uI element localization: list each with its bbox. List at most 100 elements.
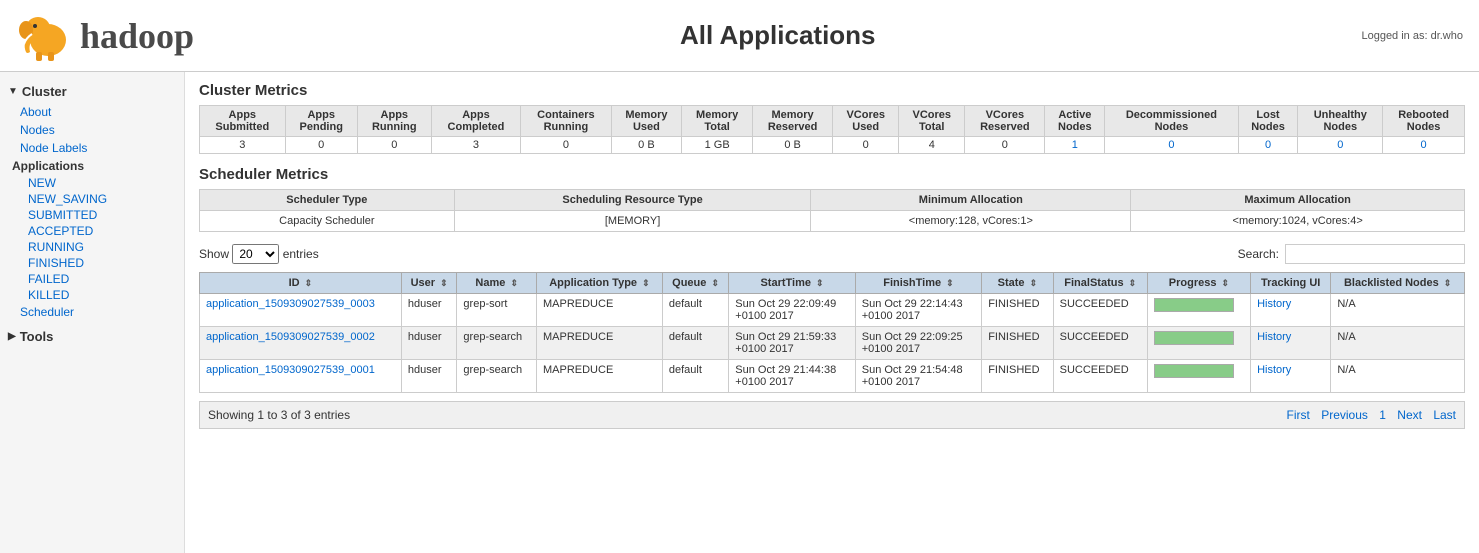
cell-blacklisted: N/A bbox=[1331, 360, 1465, 393]
pagination-previous[interactable]: Previous bbox=[1321, 408, 1368, 422]
val-containers-running: 0 bbox=[521, 137, 611, 154]
val-memory-used: 0 B bbox=[611, 137, 682, 154]
tools-section-header[interactable]: ▶ Tools bbox=[0, 325, 184, 348]
pagination-page-1[interactable]: 1 bbox=[1379, 408, 1386, 422]
search-label: Search: bbox=[1238, 247, 1279, 261]
cell-finish: Sun Oct 29 22:09:25 +0100 2017 bbox=[855, 327, 981, 360]
col-start-time[interactable]: StartTime ⇕ bbox=[729, 273, 855, 294]
col-queue[interactable]: Queue ⇕ bbox=[662, 273, 728, 294]
cell-user: hduser bbox=[401, 294, 457, 327]
sidebar-item-nodes[interactable]: Nodes bbox=[0, 121, 184, 139]
top-bar: hadoop All Applications Logged in as: dr… bbox=[0, 0, 1479, 72]
sidebar-item-running[interactable]: RUNNING bbox=[8, 239, 184, 255]
val-rebooted-nodes[interactable]: 0 bbox=[1383, 137, 1465, 154]
cell-name: grep-sort bbox=[457, 294, 537, 327]
cell-queue: default bbox=[662, 294, 728, 327]
col-unhealthy-nodes: UnhealthyNodes bbox=[1298, 106, 1383, 137]
cell-queue: default bbox=[662, 360, 728, 393]
applications-table: ID ⇕ User ⇕ Name ⇕ Application Type ⇕ Qu… bbox=[199, 272, 1465, 393]
cell-start: Sun Oct 29 22:09:49 +0100 2017 bbox=[729, 294, 855, 327]
cell-type: MAPREDUCE bbox=[537, 360, 663, 393]
val-unhealthy-nodes[interactable]: 0 bbox=[1298, 137, 1383, 154]
sidebar-item-failed[interactable]: FAILED bbox=[8, 271, 184, 287]
val-decommissioned-nodes[interactable]: 0 bbox=[1105, 137, 1238, 154]
cell-progress bbox=[1147, 327, 1250, 360]
sidebar-item-about[interactable]: About bbox=[0, 103, 184, 121]
col-tracking-ui[interactable]: Tracking UI bbox=[1251, 273, 1331, 294]
cell-tracking[interactable]: History bbox=[1251, 327, 1331, 360]
sidebar-item-submitted[interactable]: SUBMITTED bbox=[8, 207, 184, 223]
cell-state: FINISHED bbox=[982, 294, 1053, 327]
cell-blacklisted: N/A bbox=[1331, 294, 1465, 327]
cell-start: Sun Oct 29 21:44:38 +0100 2017 bbox=[729, 360, 855, 393]
col-progress[interactable]: Progress ⇕ bbox=[1147, 273, 1250, 294]
pagination-first[interactable]: First bbox=[1287, 408, 1310, 422]
logged-in-text: Logged in as: dr.who bbox=[1361, 30, 1463, 42]
sidebar-item-finished[interactable]: FINISHED bbox=[8, 255, 184, 271]
sidebar-item-new-saving[interactable]: NEW_SAVING bbox=[8, 191, 184, 207]
table-footer: Showing 1 to 3 of 3 entries First Previo… bbox=[199, 401, 1465, 429]
col-active-nodes: ActiveNodes bbox=[1045, 106, 1105, 137]
val-apps-completed: 3 bbox=[431, 137, 521, 154]
cell-start: Sun Oct 29 21:59:33 +0100 2017 bbox=[729, 327, 855, 360]
col-lost-nodes: LostNodes bbox=[1238, 106, 1298, 137]
col-decommissioned-nodes: DecommissionedNodes bbox=[1105, 106, 1238, 137]
tools-section: ▶ Tools bbox=[0, 325, 184, 348]
col-name[interactable]: Name ⇕ bbox=[457, 273, 537, 294]
cell-id[interactable]: application_1509309027539_0003 bbox=[200, 294, 402, 327]
col-state[interactable]: State ⇕ bbox=[982, 273, 1053, 294]
sidebar-item-killed[interactable]: KILLED bbox=[8, 287, 184, 303]
col-memory-used: MemoryUsed bbox=[611, 106, 682, 137]
sidebar-item-scheduler[interactable]: Scheduler bbox=[0, 303, 184, 321]
cell-name: grep-search bbox=[457, 327, 537, 360]
search-input[interactable] bbox=[1285, 244, 1465, 264]
table-row: application_1509309027539_0001 hduser gr… bbox=[200, 360, 1465, 393]
cell-final-status: SUCCEEDED bbox=[1053, 327, 1147, 360]
sidebar-item-node-labels[interactable]: Node Labels bbox=[0, 139, 184, 157]
tools-label: Tools bbox=[20, 329, 54, 344]
val-active-nodes[interactable]: 1 bbox=[1045, 137, 1105, 154]
cell-tracking[interactable]: History bbox=[1251, 360, 1331, 393]
col-blacklisted-nodes[interactable]: Blacklisted Nodes ⇕ bbox=[1331, 273, 1465, 294]
cluster-label: Cluster bbox=[22, 84, 67, 99]
col-min-allocation: Minimum Allocation bbox=[811, 190, 1131, 211]
pagination-last[interactable]: Last bbox=[1433, 408, 1456, 422]
hadoop-text-logo: hadoop bbox=[80, 15, 194, 57]
col-id[interactable]: ID ⇕ bbox=[200, 273, 402, 294]
cluster-section-header[interactable]: ▼ Cluster bbox=[0, 80, 184, 103]
val-apps-running: 0 bbox=[357, 137, 431, 154]
val-min-allocation: <memory:128, vCores:1> bbox=[811, 211, 1131, 232]
sidebar-item-new[interactable]: NEW bbox=[8, 175, 184, 191]
val-apps-submitted: 3 bbox=[200, 137, 286, 154]
cell-tracking[interactable]: History bbox=[1251, 294, 1331, 327]
val-max-allocation: <memory:1024, vCores:4> bbox=[1131, 211, 1465, 232]
hadoop-logo-icon bbox=[16, 8, 76, 63]
val-memory-reserved: 0 B bbox=[753, 137, 833, 154]
sidebar-item-accepted[interactable]: ACCEPTED bbox=[8, 223, 184, 239]
pagination: First Previous 1 Next Last bbox=[1279, 408, 1456, 422]
col-vcores-reserved: VCoresReserved bbox=[965, 106, 1045, 137]
val-apps-pending: 0 bbox=[285, 137, 357, 154]
pagination-next[interactable]: Next bbox=[1397, 408, 1422, 422]
table-row: application_1509309027539_0003 hduser gr… bbox=[200, 294, 1465, 327]
show-entries: Show 10 20 50 100 entries bbox=[199, 244, 319, 264]
showing-text: Showing 1 to 3 of 3 entries bbox=[208, 408, 350, 422]
show-entries-select[interactable]: 10 20 50 100 bbox=[232, 244, 279, 264]
cell-id[interactable]: application_1509309027539_0002 bbox=[200, 327, 402, 360]
scheduler-metrics-table: Scheduler Type Scheduling Resource Type … bbox=[199, 189, 1465, 232]
col-final-status[interactable]: FinalStatus ⇕ bbox=[1053, 273, 1147, 294]
col-memory-reserved: MemoryReserved bbox=[753, 106, 833, 137]
val-memory-total: 1 GB bbox=[682, 137, 753, 154]
col-app-type[interactable]: Application Type ⇕ bbox=[537, 273, 663, 294]
logo-area: hadoop bbox=[16, 8, 194, 63]
cell-finish: Sun Oct 29 21:54:48 +0100 2017 bbox=[855, 360, 981, 393]
cell-name: grep-search bbox=[457, 360, 537, 393]
cell-id[interactable]: application_1509309027539_0001 bbox=[200, 360, 402, 393]
col-user[interactable]: User ⇕ bbox=[401, 273, 457, 294]
val-lost-nodes[interactable]: 0 bbox=[1238, 137, 1298, 154]
cell-state: FINISHED bbox=[982, 360, 1053, 393]
page-title: All Applications bbox=[194, 20, 1361, 51]
cell-progress bbox=[1147, 360, 1250, 393]
col-finish-time[interactable]: FinishTime ⇕ bbox=[855, 273, 981, 294]
val-vcores-total: 4 bbox=[899, 137, 965, 154]
